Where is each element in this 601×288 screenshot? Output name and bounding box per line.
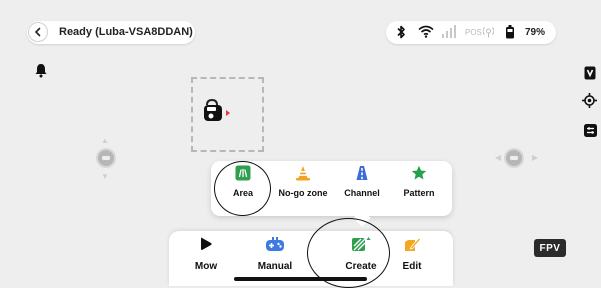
- home-indicator: [234, 277, 367, 281]
- bluetooth-icon: [397, 25, 405, 39]
- submenu-label: Pattern: [403, 188, 435, 198]
- crosshair-icon: [581, 92, 597, 108]
- device-status: Ready (Luba-VSA8DDAN): [59, 26, 193, 38]
- chevron-left-icon: [34, 27, 41, 37]
- fpv-button[interactable]: FPV: [534, 239, 566, 257]
- nav-item-edit[interactable]: Edit: [398, 236, 426, 272]
- rtk-signal-icon: [483, 27, 494, 38]
- map-icon: [584, 66, 596, 80]
- joystick-right-arrow-icon: ▶: [532, 153, 539, 162]
- joystick-up-arrow-icon: ▲: [101, 136, 109, 145]
- submenu-item-no-go-zone[interactable]: No-go zone: [272, 165, 334, 198]
- mower-icon: [510, 156, 518, 160]
- wifi-icon: [418, 25, 434, 38]
- mower-position-icon[interactable]: [200, 98, 234, 126]
- battery-icon: [506, 25, 514, 39]
- sliders-icon: [583, 123, 597, 137]
- submenu-label: No-go zone: [278, 188, 328, 198]
- pattern-icon: [411, 165, 427, 180]
- right-joystick[interactable]: [504, 148, 524, 168]
- nav-label: Manual: [257, 261, 293, 272]
- nav-label: Edit: [402, 261, 422, 272]
- mower-icon: [102, 156, 110, 160]
- left-joystick[interactable]: [96, 148, 116, 168]
- map-layer-button[interactable]: [582, 65, 598, 81]
- nav-label: Mow: [194, 261, 218, 272]
- joystick-down-arrow-icon: ▼: [101, 172, 109, 181]
- settings-panel-button[interactable]: [582, 122, 598, 138]
- submenu-item-channel[interactable]: Channel: [340, 165, 384, 198]
- joystick-left-arrow-icon: ◀: [495, 153, 502, 162]
- nav-item-mow[interactable]: Mow: [188, 236, 224, 272]
- submenu-label: Channel: [344, 188, 380, 198]
- edit-icon: [405, 237, 421, 251]
- nav-item-manual[interactable]: Manual: [252, 236, 298, 272]
- fpv-label: FPV: [539, 242, 561, 254]
- locate-button[interactable]: [581, 92, 597, 108]
- play-icon: [201, 237, 212, 251]
- submenu-item-pattern[interactable]: Pattern: [399, 165, 439, 198]
- bell-icon: [35, 63, 47, 77]
- no-go-zone-icon: [296, 166, 310, 181]
- channel-icon: [356, 166, 368, 180]
- highlight-circle-area: [214, 161, 271, 216]
- cellular-signal-icon: [442, 25, 456, 38]
- back-button[interactable]: [28, 22, 48, 42]
- battery-percentage: 79%: [525, 27, 546, 38]
- pos-label: POS: [465, 28, 482, 37]
- notification-button[interactable]: [33, 62, 49, 78]
- gamepad-icon: [266, 237, 284, 251]
